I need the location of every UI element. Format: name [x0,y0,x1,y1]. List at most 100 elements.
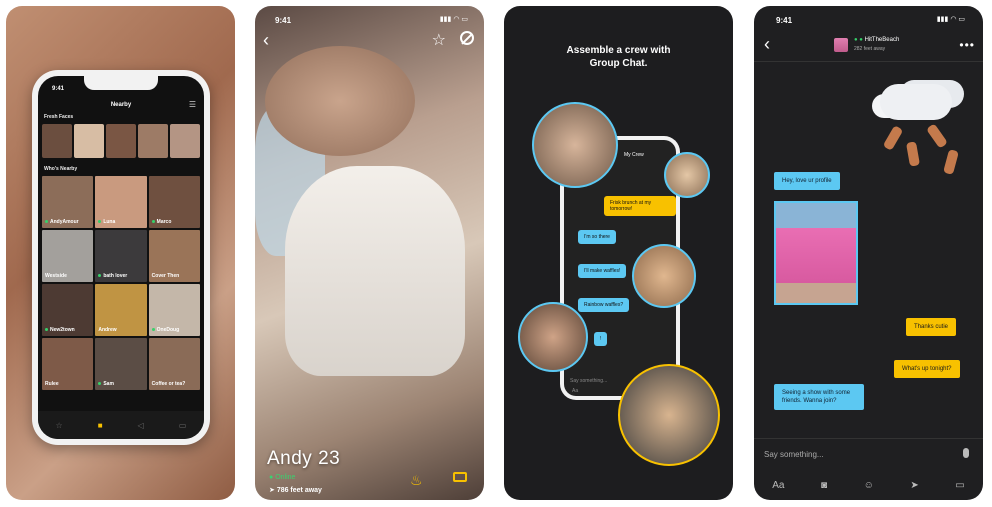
phone-mockup: 9:41 Nearby ☰ Fresh Faces Who's Nearby A… [32,70,210,445]
chat-toolbar: Aa ◙ ☺ ➤ ▭ [754,470,983,500]
fresh-face-thumb[interactable] [42,124,72,158]
message-bubble-outgoing: What's up tonight? [894,360,960,378]
profile-name: bath lover [103,273,128,279]
phone-screen: 9:41 Nearby ☰ Fresh Faces Who's Nearby A… [38,76,204,439]
profile-cell[interactable]: Sam [95,338,147,390]
nav-title: Nearby [110,102,132,108]
profile-name: Westside [45,273,67,279]
headline-line2: Group Chat. [589,58,648,69]
cloud-gif [880,84,952,120]
profile-name: New2town [50,327,75,333]
profile-cell[interactable]: AndyAmour [42,176,94,228]
username-label: HitTheBeach [864,37,900,43]
status-icons: ▮▮▮ ◠ ▭ [936,16,965,23]
headline: Assemble a crew with Group Chat. [504,44,733,70]
profile-name: OneDoug [156,327,180,333]
screenshot-chat: 9:41 ▮▮▮ ◠ ▭ ‹ ● ● HitTheBeach 282 feet … [754,6,983,500]
profile-photo-shirt [285,166,465,376]
photo-message[interactable] [774,201,858,305]
status-icons: ▮▮▮ ◠ ▭ [439,16,468,23]
avatar[interactable] [834,38,848,52]
back-chevron-icon[interactable]: ‹ [263,30,269,51]
fresh-face-thumb[interactable] [74,124,104,158]
member-avatar[interactable] [518,302,588,372]
profile-cell[interactable]: Luna [95,176,147,228]
message-bubble-incoming: Seeing a show with some friends. Wanna j… [774,384,864,410]
profile-age: 23 [318,448,341,469]
profile-name: Andrew [98,327,117,333]
message-bubble: Rainbow waffles? [578,298,630,312]
profile-cell[interactable]: Westside [42,230,94,282]
chat-bubble-icon[interactable] [453,472,467,482]
screenshot-nearby-grid: 9:41 Nearby ☰ Fresh Faces Who's Nearby A… [6,6,235,500]
profile-grid: AndyAmour Luna Marco Westside bath lover… [42,176,200,390]
message-input[interactable]: Say something... [754,438,983,470]
sticker-icon[interactable]: ☺ [864,480,874,491]
message-bubble: Frisk brunch at my tomorrow! [604,196,676,216]
profile-cell[interactable]: Rulee [42,338,94,390]
profile-name: Cover Then [151,273,180,279]
phone-notch [84,76,158,90]
online-status: ● Online [269,474,296,481]
profile-name: Rulee [45,381,59,387]
profile-name: Andy [267,448,313,469]
fresh-face-thumb[interactable] [170,124,200,158]
distance-label: 786 feet away [276,487,322,494]
chat-distance: 282 feet away [854,46,886,52]
section-whos-nearby: Who's Nearby [44,166,78,172]
fresh-face-thumb[interactable] [138,124,168,158]
text-format-button[interactable]: Aa [572,388,578,394]
diver-figure [905,141,921,167]
message-icon[interactable]: ▭ [179,421,187,430]
member-avatar[interactable] [632,244,696,308]
crew-title: My Crew [624,152,644,158]
camera-icon[interactable]: ◙ [821,480,827,491]
chat-tab-icon[interactable]: ◁ [138,421,144,430]
tab-bar: ☆ ■ ◁ ▭ [38,411,204,439]
member-avatar[interactable] [618,364,720,466]
chat-username: ● ● HitTheBeach [854,37,900,43]
microphone-icon[interactable] [963,448,969,458]
message-bubble-incoming: Hey, love ur profile [774,172,840,190]
profile-name: AndyAmour [50,219,79,225]
online-label: Online [275,474,296,481]
headline-line1: Assemble a crew with [566,45,671,56]
chat-header: ‹ ● ● HitTheBeach 282 feet away ••• [754,32,983,62]
member-avatar[interactable] [532,102,618,188]
text-format-button[interactable]: Aa [772,480,784,491]
profile-name: Marco [156,219,172,225]
status-time: 9:41 [52,86,65,92]
section-fresh-faces: Fresh Faces [44,114,74,120]
profile-cell[interactable]: bath lover [95,230,147,282]
back-chevron-icon[interactable]: ‹ [764,34,770,55]
diver-figure [882,125,904,151]
block-icon[interactable] [460,31,474,45]
saved-phrases-icon[interactable]: ▭ [955,480,964,491]
profile-cell[interactable]: New2town [42,284,94,336]
profile-cell[interactable]: OneDoug [148,284,200,336]
profile-photo-face [265,46,415,156]
fresh-face-thumb[interactable] [106,124,136,158]
message-input-placeholder: Say something... [764,450,824,459]
profile-cell[interactable]: Andrew [95,284,147,336]
location-icon[interactable]: ➤ [910,480,918,491]
screenshot-group-chat: Assemble a crew with Group Chat. My Crew… [504,6,733,500]
tap-fire-icon[interactable]: ♨ [410,472,423,489]
status-time: 9:41 [776,16,793,25]
more-options-icon[interactable]: ••• [959,38,975,52]
profile-cell[interactable]: Marco [148,176,200,228]
star-icon[interactable]: ☆ [56,421,63,430]
message-bubble: I'm so there [578,230,616,244]
member-avatar[interactable] [664,152,710,198]
message-bubble: I'll make waffles! [578,264,627,278]
status-time: 9:41 [275,16,292,25]
mask-icon[interactable]: ■ [98,421,103,430]
message-bubble: ! [594,332,608,346]
profile-cell[interactable]: Cover Then [148,230,200,282]
diver-figure [926,123,948,149]
profile-cell[interactable]: Coffee or tea? [148,338,200,390]
message-bubble-outgoing: Thanks cutie [906,318,957,336]
favorite-star-icon[interactable]: ☆ [432,30,446,50]
diver-figure [943,149,959,175]
filter-icon[interactable]: ☰ [189,100,196,109]
